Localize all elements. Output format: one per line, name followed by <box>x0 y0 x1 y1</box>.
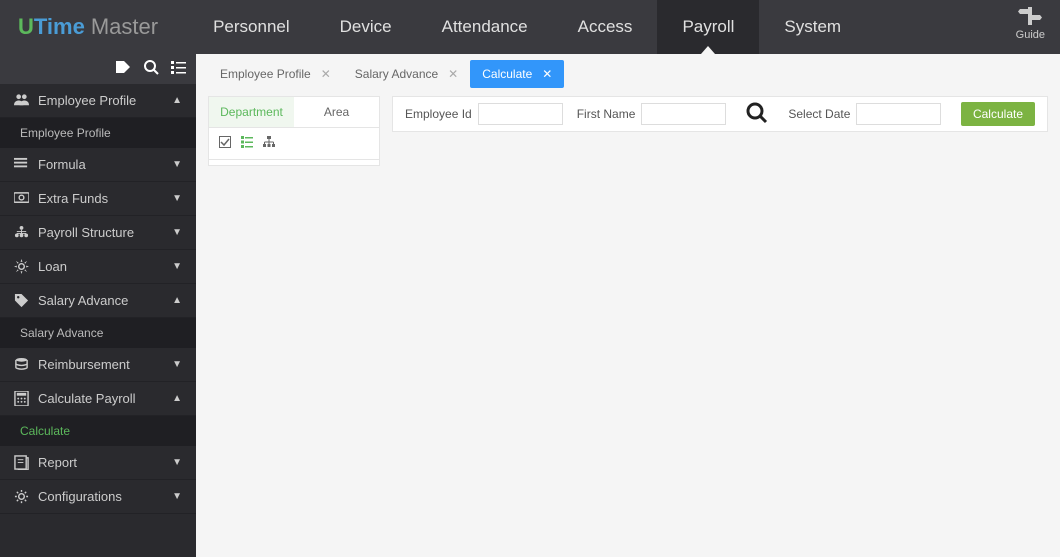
caret-icon: ▼ <box>172 261 182 272</box>
sidebar-item-label: Payroll Structure <box>38 225 134 240</box>
db-icon <box>12 357 30 372</box>
sidebar-item-label: Configurations <box>38 489 122 504</box>
report-icon <box>12 455 30 470</box>
sidebar-item-label: Reimbursement <box>38 357 130 372</box>
tag-icon <box>12 293 30 308</box>
caret-icon: ▼ <box>172 159 182 170</box>
search-button[interactable] <box>746 102 768 127</box>
sidebar-item-label: Salary Advance <box>38 293 128 308</box>
close-icon[interactable]: ✕ <box>542 67 552 81</box>
filter-tree-body <box>208 160 380 166</box>
select-date-field: Select Date <box>788 103 941 125</box>
users-icon <box>12 93 30 108</box>
tab-employee-profile[interactable]: Employee Profile ✕ <box>208 60 343 88</box>
sidebar-item-report[interactable]: Report ▼ <box>0 446 196 480</box>
tab-label: Calculate <box>482 67 532 81</box>
signpost-icon <box>1018 5 1042 27</box>
employee-id-field: Employee Id <box>405 103 563 125</box>
sidebar-item-loan[interactable]: Loan ▼ <box>0 250 196 284</box>
list-icon <box>12 157 30 172</box>
logo-part2: Time <box>34 14 85 39</box>
search-icon[interactable] <box>144 60 159 78</box>
sidebar-item-label: Formula <box>38 157 86 172</box>
topnav-item-payroll[interactable]: Payroll <box>657 0 759 54</box>
sidebar-subitem-calculate[interactable]: Calculate <box>0 416 196 446</box>
select-date-input[interactable] <box>856 103 941 125</box>
caret-icon: ▼ <box>172 457 182 468</box>
calculate-button[interactable]: Calculate <box>961 102 1035 126</box>
topnav: PersonnelDeviceAttendanceAccessPayrollSy… <box>188 0 866 54</box>
filter-tab-area[interactable]: Area <box>294 97 379 127</box>
filter-tab-department[interactable]: Department <box>209 97 294 127</box>
guide-label: Guide <box>1016 29 1045 41</box>
topnav-item-access[interactable]: Access <box>553 0 658 54</box>
caret-icon: ▼ <box>172 227 182 238</box>
sidebar-item-employee-profile[interactable]: Employee Profile ▲ <box>0 84 196 118</box>
cog-icon <box>12 489 30 504</box>
caret-icon: ▲ <box>172 295 182 306</box>
caret-icon: ▼ <box>172 359 182 370</box>
sidebar-subitem-employee-profile[interactable]: Employee Profile <box>0 118 196 148</box>
topnav-item-device[interactable]: Device <box>315 0 417 54</box>
content: Employee Profile✕Salary Advance✕Calculat… <box>196 54 1060 557</box>
money-icon <box>12 191 30 206</box>
tab-label: Employee Profile <box>220 67 311 81</box>
tab-calculate[interactable]: Calculate ✕ <box>470 60 564 88</box>
tag-icon[interactable] <box>116 61 132 78</box>
close-icon[interactable]: ✕ <box>321 67 331 81</box>
main: Employee Profile▲Employee ProfileFormula… <box>0 54 1060 557</box>
filter-sidebar: DepartmentArea <box>208 96 380 166</box>
caret-icon: ▼ <box>172 491 182 502</box>
caret-icon: ▲ <box>172 95 182 106</box>
topnav-item-personnel[interactable]: Personnel <box>188 0 315 54</box>
header: UTimeMaster PersonnelDeviceAttendanceAcc… <box>0 0 1060 54</box>
filter-bar: Employee Id First Name Select Date Calcu… <box>392 96 1048 132</box>
filter-tabs: DepartmentArea <box>208 96 380 128</box>
guide-button[interactable]: Guide <box>1016 5 1045 41</box>
sidebar-subitem-salary-advance[interactable]: Salary Advance <box>0 318 196 348</box>
first-name-label: First Name <box>577 107 636 121</box>
check-all-icon[interactable] <box>219 136 231 151</box>
close-icon[interactable]: ✕ <box>448 67 458 81</box>
list-icon[interactable] <box>171 61 186 77</box>
sidebar-item-label: Employee Profile <box>38 93 136 108</box>
sidebar: Employee Profile▲Employee ProfileFormula… <box>0 54 196 557</box>
gear-icon <box>12 259 30 274</box>
sidebar-item-formula[interactable]: Formula ▼ <box>0 148 196 182</box>
sidebar-item-extra-funds[interactable]: Extra Funds ▼ <box>0 182 196 216</box>
logo-part3: Master <box>91 14 158 39</box>
first-name-field: First Name <box>577 103 727 125</box>
sidebar-item-label: Loan <box>38 259 67 274</box>
sidebar-item-payroll-structure[interactable]: Payroll Structure ▼ <box>0 216 196 250</box>
filter-panel: DepartmentArea Employee Id <box>196 88 1060 172</box>
sidebar-item-configurations[interactable]: Configurations ▼ <box>0 480 196 514</box>
sidebar-item-label: Extra Funds <box>38 191 108 206</box>
search-icon <box>746 102 768 124</box>
sidebar-tools <box>0 54 196 84</box>
logo-part1: U <box>18 14 34 39</box>
topnav-item-attendance[interactable]: Attendance <box>417 0 553 54</box>
tabbar: Employee Profile✕Salary Advance✕Calculat… <box>196 54 1060 88</box>
sidebar-item-label: Report <box>38 455 77 470</box>
caret-icon: ▲ <box>172 393 182 404</box>
tab-salary-advance[interactable]: Salary Advance ✕ <box>343 60 470 88</box>
logo: UTimeMaster <box>18 14 158 40</box>
tree-list-icon[interactable] <box>241 136 253 151</box>
sidebar-item-calculate-payroll[interactable]: Calculate Payroll ▲ <box>0 382 196 416</box>
filter-tree-toolbar <box>208 128 380 160</box>
topnav-item-system[interactable]: System <box>759 0 866 54</box>
sidebar-item-label: Calculate Payroll <box>38 391 136 406</box>
first-name-input[interactable] <box>641 103 726 125</box>
calc-icon <box>12 391 30 406</box>
sidebar-item-salary-advance[interactable]: Salary Advance ▲ <box>0 284 196 318</box>
org-chart-icon[interactable] <box>263 136 275 151</box>
structure-icon <box>12 225 30 240</box>
sidebar-item-reimbursement[interactable]: Reimbursement ▼ <box>0 348 196 382</box>
employee-id-label: Employee Id <box>405 107 472 121</box>
select-date-label: Select Date <box>788 107 850 121</box>
employee-id-input[interactable] <box>478 103 563 125</box>
tab-label: Salary Advance <box>355 67 438 81</box>
caret-icon: ▼ <box>172 193 182 204</box>
